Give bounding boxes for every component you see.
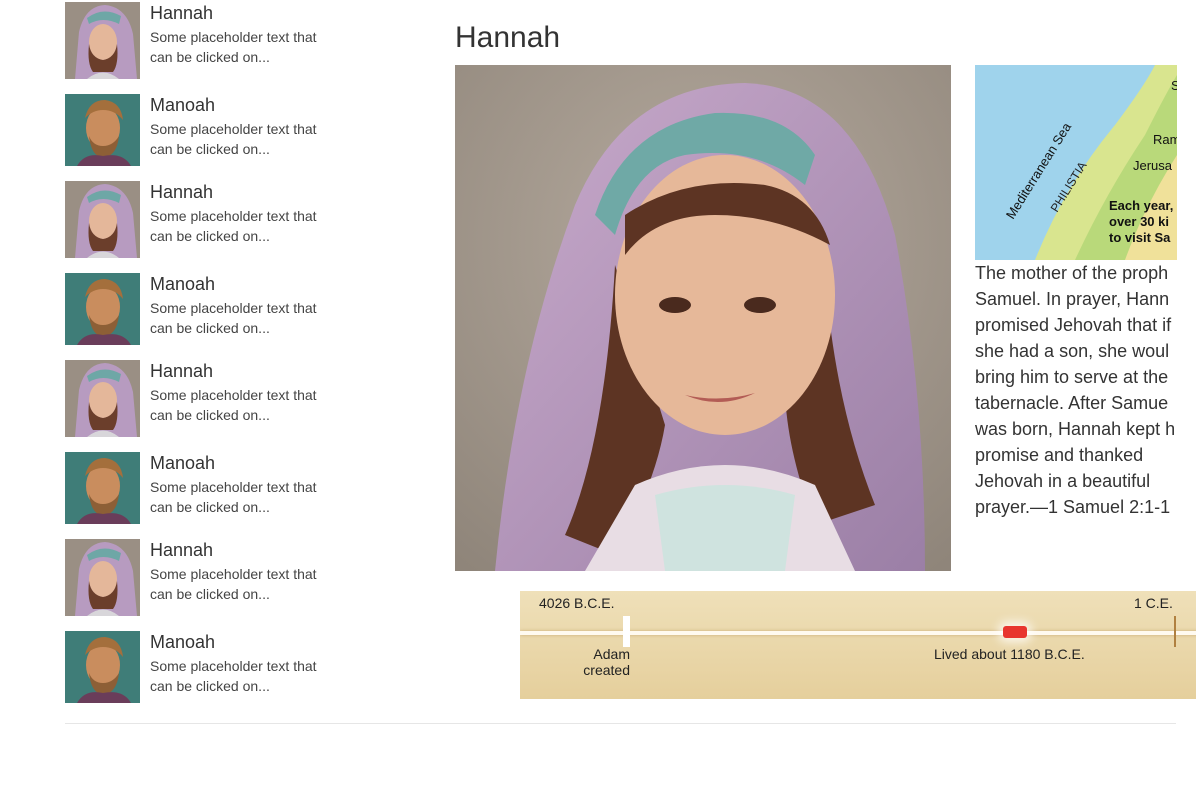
bio-line: she had a son, she woul xyxy=(975,341,1170,361)
list-item-title[interactable]: Hannah xyxy=(150,360,330,381)
timeline-lived-label: Lived about 1180 B.C.E. xyxy=(934,646,1085,662)
list-item-text[interactable]: Some placeholder text that can be clicke… xyxy=(150,477,330,517)
timeline-start-label: 4026 B.C.E. xyxy=(539,595,615,611)
page-title: Hannah xyxy=(455,21,561,54)
list-item-text[interactable]: Some placeholder text that can be clicke… xyxy=(150,206,330,246)
bio-line: promised Jehovah that if xyxy=(975,315,1172,335)
avatar-manoah[interactable] xyxy=(65,273,140,345)
list-item-title[interactable]: Manoah xyxy=(150,452,330,473)
list-item[interactable]: Hannah Some placeholder text that can be… xyxy=(65,539,330,616)
timeline-adam-marker xyxy=(623,616,630,647)
list-item-text[interactable]: Some placeholder text that can be clicke… xyxy=(150,298,330,338)
avatar-hannah[interactable] xyxy=(65,539,140,616)
timeline-adam-label: Adam created xyxy=(560,646,630,678)
map-city-label: Jerusa xyxy=(1133,158,1173,173)
list-item-text[interactable]: Some placeholder text that can be clicke… xyxy=(150,385,330,425)
avatar-manoah[interactable] xyxy=(65,94,140,166)
map-note-line: Each year, xyxy=(1109,198,1173,213)
list-item[interactable]: Manoah Some placeholder text that can be… xyxy=(65,631,330,703)
bio-line: bring him to serve at the xyxy=(975,367,1169,387)
timeline-end-tick xyxy=(1174,616,1176,647)
timeline-adam-line: Adam xyxy=(593,646,630,662)
bio-line: The mother of the proph xyxy=(975,263,1169,283)
list-item-title[interactable]: Manoah xyxy=(150,273,330,294)
list-item-title[interactable]: Hannah xyxy=(150,539,330,560)
list-item-title[interactable]: Manoah xyxy=(150,94,330,115)
main-content: Hannah Mediterranean Sea PHILISTIA S Ram… xyxy=(455,0,1196,720)
bio-line: tabernacle. After Samue xyxy=(975,393,1169,413)
bio-line: Samuel. In prayer, Hann xyxy=(975,289,1170,309)
map-city-top: S xyxy=(1171,78,1177,93)
avatar-manoah[interactable] xyxy=(65,452,140,524)
list-item-text[interactable]: Some placeholder text that can be clicke… xyxy=(150,119,330,159)
list-item-body: Manoah Some placeholder text that can be… xyxy=(150,273,330,338)
map-city-label: Ram xyxy=(1153,132,1177,147)
bio-line: Jehovah in a beautiful xyxy=(975,471,1151,491)
list-item[interactable]: Hannah Some placeholder text that can be… xyxy=(65,360,330,437)
avatar-hannah[interactable] xyxy=(65,2,140,79)
list-item[interactable]: Manoah Some placeholder text that can be… xyxy=(65,452,330,524)
list-item-body: Manoah Some placeholder text that can be… xyxy=(150,94,330,159)
bio-line: prayer.—1 Samuel 2:1-1 xyxy=(975,497,1171,517)
list-item-title[interactable]: Hannah xyxy=(150,2,330,23)
timeline: 4026 B.C.E. 1 C.E. Adam created Lived ab… xyxy=(520,591,1196,699)
timeline-adam-line: created xyxy=(583,662,630,678)
list-item[interactable]: Hannah Some placeholder text that can be… xyxy=(65,2,330,79)
list-item-body: Hannah Some placeholder text that can be… xyxy=(150,2,330,67)
map-note-line: to visit Sa xyxy=(1109,230,1171,245)
map-note-line: over 30 ki xyxy=(1109,214,1169,229)
list-item-text[interactable]: Some placeholder text that can be clicke… xyxy=(150,656,330,696)
list-item-body: Manoah Some placeholder text that can be… xyxy=(150,452,330,517)
timeline-line xyxy=(520,631,1196,635)
list-item[interactable]: Hannah Some placeholder text that can be… xyxy=(65,181,330,258)
list-item-text[interactable]: Some placeholder text that can be clicke… xyxy=(150,564,330,604)
list-item-body: Hannah Some placeholder text that can be… xyxy=(150,181,330,246)
bio-line: was born, Hannah kept h xyxy=(975,419,1176,439)
region-map: Mediterranean Sea PHILISTIA S Ram Jerusa… xyxy=(975,65,1177,260)
list-item-body: Hannah Some placeholder text that can be… xyxy=(150,539,330,604)
footer-divider xyxy=(65,723,1176,724)
timeline-lived-marker xyxy=(1003,626,1027,638)
biography-text: The mother of the proph Samuel. In praye… xyxy=(975,260,1196,520)
bio-line: promise and thanked xyxy=(975,445,1144,465)
list-item-title[interactable]: Manoah xyxy=(150,631,330,652)
hannah-portrait-image xyxy=(455,65,951,571)
list-item-body: Manoah Some placeholder text that can be… xyxy=(150,631,330,696)
list-item[interactable]: Manoah Some placeholder text that can be… xyxy=(65,94,330,166)
timeline-end-label: 1 C.E. xyxy=(1134,595,1173,611)
list-item-body: Hannah Some placeholder text that can be… xyxy=(150,360,330,425)
avatar-manoah[interactable] xyxy=(65,631,140,703)
list-item-text[interactable]: Some placeholder text that can be clicke… xyxy=(150,27,330,67)
avatar-hannah[interactable] xyxy=(65,360,140,437)
avatar-hannah[interactable] xyxy=(65,181,140,258)
list-item-title[interactable]: Hannah xyxy=(150,181,330,202)
list-item[interactable]: Manoah Some placeholder text that can be… xyxy=(65,273,330,345)
